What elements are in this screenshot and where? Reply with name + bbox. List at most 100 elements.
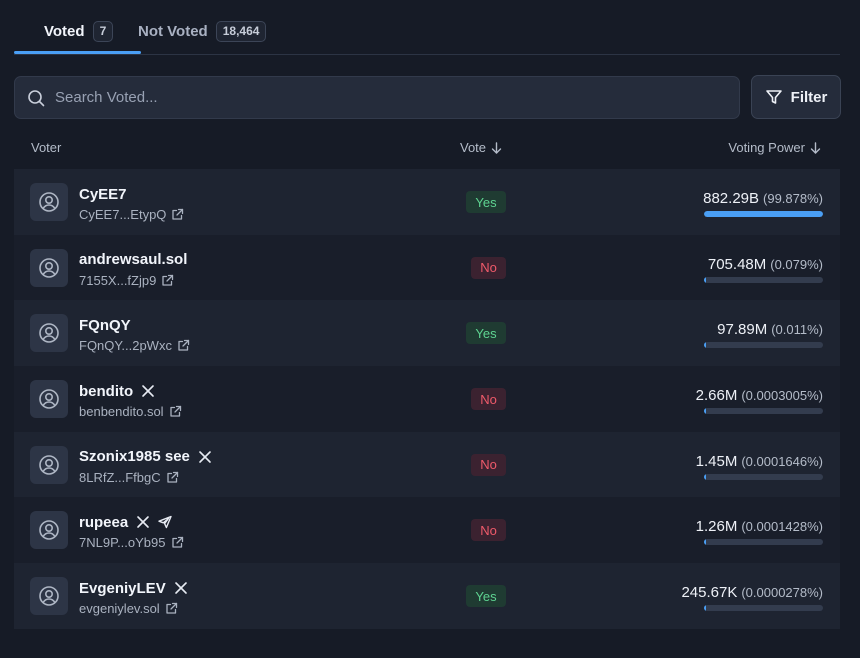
voting-power: 1.26M (0.0001428%) (696, 518, 823, 535)
vote-badge: No (471, 388, 506, 411)
voter-list: CyEE7 CyEE7...EtypQ Yes 882.29B (99.878%) an… (14, 169, 840, 629)
arrow-down-icon (810, 141, 821, 154)
voting-power-bar (704, 342, 823, 349)
voting-power-percent: (0.0001646%) (741, 453, 823, 469)
search-box (14, 76, 740, 119)
search-input[interactable] (55, 77, 739, 118)
voting-power-bar-fill (704, 276, 706, 283)
voting-power: 1.45M (0.0001646%) (696, 453, 823, 470)
voting-power-bar-fill (704, 408, 706, 415)
external-link-icon (171, 536, 184, 549)
voting-power-bar (704, 605, 823, 612)
table-row[interactable]: CyEE7 CyEE7...EtypQ Yes 882.29B (99.878%) (14, 169, 840, 235)
active-tab-indicator (14, 51, 141, 54)
avatar (30, 183, 68, 221)
external-link-icon (165, 602, 178, 615)
voter-name: CyEE7 (79, 185, 127, 203)
voting-power-value: 705.48M (707, 255, 767, 273)
x-icon[interactable] (198, 450, 212, 464)
voter-address: 8LRfZ...FfbgC (79, 469, 161, 485)
filter-label: Filter (790, 88, 828, 106)
vote-badge: Yes (466, 322, 506, 345)
voter-name-line: andrewsaul.sol (79, 251, 187, 269)
table-row[interactable]: FQnQY FQnQY...2pWxc Yes 97.89M (0.011%) (14, 300, 840, 367)
tab-not-voted[interactable]: Not Voted 18,464 (138, 20, 267, 42)
voter-address-link[interactable]: FQnQY...2pWxc (79, 338, 190, 353)
external-link-icon (169, 405, 182, 418)
voter-name-line: Szonix1985 see (79, 448, 212, 466)
column-header-voting-power[interactable]: Voting Power (728, 140, 821, 155)
avatar (30, 445, 68, 484)
voting-power-bar-fill (704, 539, 706, 546)
external-link-icon (161, 274, 174, 287)
vote-badge: No (471, 519, 506, 542)
voter-address-link[interactable]: 7NL9P...oYb95 (79, 535, 184, 550)
voting-power-bar (704, 539, 823, 546)
voter-address-link[interactable]: 8LRfZ...FfbgC (79, 470, 179, 485)
external-link-icon (177, 339, 190, 352)
user-icon (38, 519, 60, 541)
voter-address-link[interactable]: evgeniylev.sol (79, 601, 178, 616)
x-icon[interactable] (174, 581, 188, 595)
user-icon (38, 388, 60, 410)
voting-power-bar (704, 276, 823, 283)
search-icon (27, 89, 45, 107)
avatar (30, 248, 68, 287)
voter-address: 7NL9P...oYb95 (79, 535, 166, 551)
telegram-icon[interactable] (158, 515, 172, 529)
external-link-icon (166, 471, 179, 484)
voting-power-value: 1.45M (695, 452, 738, 470)
voting-power-bar (704, 408, 823, 415)
arrow-down-icon (491, 141, 502, 154)
voter-address: FQnQY...2pWxc (79, 338, 172, 354)
voting-power: 2.66M (0.0003005%) (696, 387, 823, 404)
voting-power-percent: (0.079%) (770, 256, 823, 272)
voter-name: rupeea (79, 513, 129, 531)
voting-power-value: 97.89M (717, 321, 768, 339)
voter-name: bendito (79, 382, 134, 400)
voter-address: benbendito.sol (79, 404, 164, 420)
table-row[interactable]: Szonix1985 see 8LRfZ...FfbgC No 1.45M (0.000… (14, 431, 840, 498)
voter-name: Szonix1985 see (79, 448, 190, 466)
vote-badge: No (471, 256, 506, 279)
voting-power-value: 882.29B (703, 190, 760, 207)
voter-name: andrewsaul.sol (79, 251, 188, 269)
tab-voted[interactable]: Voted 7 (44, 20, 114, 42)
table-row[interactable]: rupeea 7NL9P...oYb95 No 1.26M (0.0001428%) (14, 497, 840, 564)
avatar (30, 380, 68, 419)
voting-power: 97.89M (0.011%) (717, 321, 823, 338)
voting-power-bar-fill (704, 211, 823, 217)
x-icon[interactable] (136, 515, 150, 529)
column-header-vote[interactable]: Vote (460, 140, 502, 155)
column-header-voter: Voter (31, 140, 62, 155)
table-row[interactable]: EvgeniyLEV evgeniylev.sol Yes 245.67K (0.000… (14, 563, 840, 629)
user-icon (38, 454, 60, 476)
avatar (30, 577, 68, 616)
external-link-icon (171, 208, 184, 221)
voter-name-line: rupeea (79, 513, 172, 531)
voter-address-link[interactable]: CyEE7...EtypQ (79, 207, 184, 222)
user-icon (38, 257, 60, 279)
voter-address-link[interactable]: 7155X...fZjp9 (79, 273, 174, 288)
voter-address: evgeniylev.sol (79, 601, 160, 617)
x-icon[interactable] (141, 384, 155, 398)
column-header-voting-power-label: Voting Power (728, 140, 805, 155)
table-row[interactable]: bendito benbendito.sol No 2.66M (0.0003005%) (14, 366, 840, 432)
voting-power: 705.48M (0.079%) (708, 256, 823, 273)
voting-power-value: 245.67K (681, 584, 738, 602)
user-icon (38, 585, 60, 607)
filter-button[interactable]: Filter (751, 75, 841, 119)
voting-power-value: 1.26M (695, 518, 738, 536)
user-icon (38, 191, 60, 213)
voting-power-bar-fill (704, 473, 706, 480)
table-row[interactable]: andrewsaul.sol 7155X...fZjp9 No 705.48M (0.0… (14, 234, 840, 301)
tab-bar: Voted 7 Not Voted 18,464 (14, 0, 840, 55)
tab-not-voted-label: Not Voted (138, 22, 208, 40)
voting-power-bar (704, 211, 823, 217)
voting-power-bar (704, 473, 823, 480)
vote-badge: Yes (466, 585, 506, 608)
voter-name: EvgeniyLEV (79, 579, 166, 597)
filter-icon (765, 88, 783, 106)
voting-power-percent: (0.0001428%) (741, 519, 823, 535)
voter-address-link[interactable]: benbendito.sol (79, 404, 182, 419)
